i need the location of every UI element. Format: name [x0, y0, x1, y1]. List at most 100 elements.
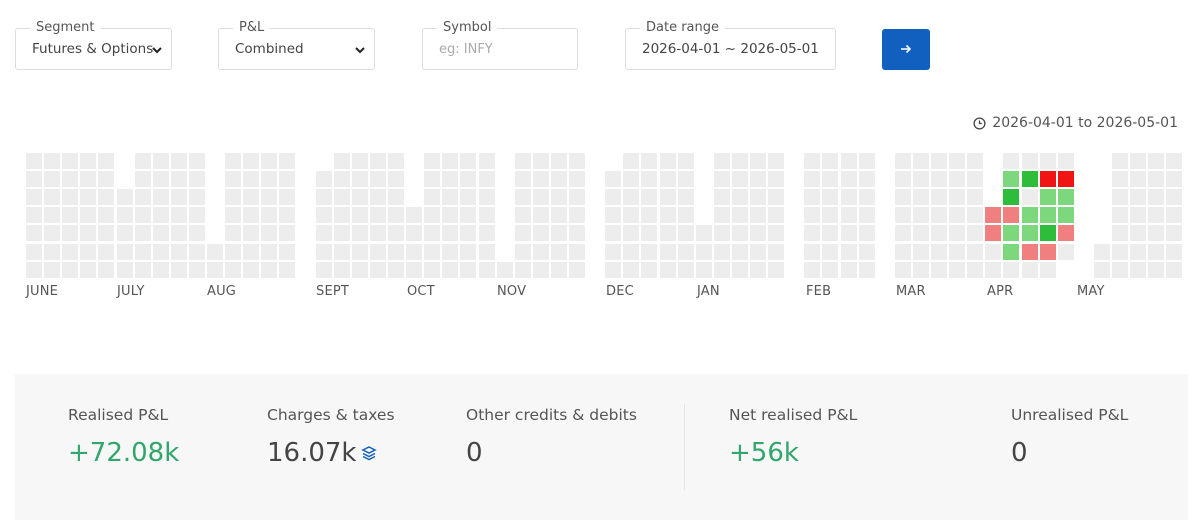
heatmap-day-cell[interactable] [406, 262, 422, 278]
layers-icon[interactable] [360, 445, 377, 461]
heatmap-day-cell[interactable] [316, 244, 332, 260]
heatmap-day-cell[interactable] [569, 171, 585, 187]
heatmap-day-cell[interactable] [135, 207, 151, 223]
heatmap-day-cell[interactable] [243, 207, 259, 223]
heatmap-day-cell[interactable] [660, 262, 676, 278]
heatmap-day-cell[interactable] [1094, 262, 1110, 278]
heatmap-day-cell[interactable] [551, 207, 567, 223]
heatmap-day-cell[interactable] [750, 225, 766, 241]
heatmap-day-cell[interactable] [569, 189, 585, 205]
heatmap-day-cell[interactable] [352, 207, 368, 223]
heatmap-day-cell[interactable] [768, 207, 784, 223]
heatmap-day-cell[interactable] [135, 189, 151, 205]
heatmap-day-cell[interactable] [316, 225, 332, 241]
heatmap-day-cell[interactable] [225, 153, 241, 169]
heatmap-day-cell[interactable] [949, 153, 965, 169]
heatmap-day-cell[interactable] [279, 189, 295, 205]
heatmap-day-cell[interactable] [1003, 171, 1019, 187]
heatmap-day-cell[interactable] [1112, 153, 1128, 169]
heatmap-day-cell[interactable] [261, 153, 277, 169]
heatmap-day-cell[interactable] [696, 225, 712, 241]
heatmap-day-cell[interactable] [804, 207, 820, 223]
heatmap-day-cell[interactable] [44, 262, 60, 278]
heatmap-day-cell[interactable] [913, 225, 929, 241]
heatmap-day-cell[interactable] [26, 262, 42, 278]
heatmap-day-cell[interactable] [895, 189, 911, 205]
heatmap-day-cell[interactable] [949, 189, 965, 205]
heatmap-day-cell[interactable] [551, 225, 567, 241]
heatmap-day-cell[interactable] [189, 171, 205, 187]
heatmap-day-cell[interactable] [62, 244, 78, 260]
heatmap-day-cell[interactable] [189, 153, 205, 169]
heatmap-day-cell[interactable] [967, 207, 983, 223]
heatmap-day-cell[interactable] [1022, 171, 1038, 187]
heatmap-day-cell[interactable] [370, 244, 386, 260]
heatmap-day-cell[interactable] [424, 171, 440, 187]
heatmap-day-cell[interactable] [605, 225, 621, 241]
heatmap-day-cell[interactable] [859, 262, 875, 278]
heatmap-day-cell[interactable] [859, 225, 875, 241]
heatmap-day-cell[interactable] [370, 207, 386, 223]
heatmap-day-cell[interactable] [605, 171, 621, 187]
heatmap-day-cell[interactable] [153, 171, 169, 187]
heatmap-day-cell[interactable] [623, 262, 639, 278]
heatmap-day-cell[interactable] [714, 171, 730, 187]
heatmap-day-cell[interactable] [460, 244, 476, 260]
heatmap-day-cell[interactable] [1022, 153, 1038, 169]
heatmap-day-cell[interactable] [1166, 262, 1182, 278]
heatmap-day-cell[interactable] [515, 225, 531, 241]
heatmap-day-cell[interactable] [569, 207, 585, 223]
heatmap-day-cell[interactable] [261, 189, 277, 205]
heatmap-day-cell[interactable] [442, 262, 458, 278]
heatmap-day-cell[interactable] [352, 153, 368, 169]
heatmap-day-cell[interactable] [370, 225, 386, 241]
heatmap-day-cell[interactable] [62, 171, 78, 187]
heatmap-day-cell[interactable] [985, 207, 1001, 223]
heatmap-day-cell[interactable] [822, 262, 838, 278]
heatmap-day-cell[interactable] [225, 244, 241, 260]
heatmap-day-cell[interactable] [985, 244, 1001, 260]
heatmap-day-cell[interactable] [153, 189, 169, 205]
heatmap-day-cell[interactable] [1003, 225, 1019, 241]
heatmap-day-cell[interactable] [949, 171, 965, 187]
heatmap-day-cell[interactable] [243, 244, 259, 260]
heatmap-day-cell[interactable] [1040, 153, 1056, 169]
heatmap-day-cell[interactable] [1130, 153, 1146, 169]
heatmap-day-cell[interactable] [967, 153, 983, 169]
heatmap-day-cell[interactable] [117, 225, 133, 241]
heatmap-day-cell[interactable] [388, 244, 404, 260]
heatmap-day-cell[interactable] [479, 262, 495, 278]
heatmap-day-cell[interactable] [551, 153, 567, 169]
heatmap-day-cell[interactable] [243, 225, 259, 241]
heatmap-day-cell[interactable] [171, 207, 187, 223]
heatmap-day-cell[interactable] [479, 207, 495, 223]
heatmap-day-cell[interactable] [406, 225, 422, 241]
heatmap-day-cell[interactable] [967, 244, 983, 260]
heatmap-day-cell[interactable] [117, 262, 133, 278]
heatmap-day-cell[interactable] [1040, 244, 1056, 260]
heatmap-day-cell[interactable] [424, 153, 440, 169]
heatmap-day-cell[interactable] [804, 262, 820, 278]
heatmap-day-cell[interactable] [62, 225, 78, 241]
heatmap-day-cell[interactable] [189, 189, 205, 205]
heatmap-day-cell[interactable] [1130, 262, 1146, 278]
heatmap-day-cell[interactable] [153, 207, 169, 223]
heatmap-day-cell[interactable] [370, 171, 386, 187]
heatmap-day-cell[interactable] [913, 262, 929, 278]
heatmap-day-cell[interactable] [623, 189, 639, 205]
heatmap-day-cell[interactable] [732, 207, 748, 223]
heatmap-day-cell[interactable] [153, 262, 169, 278]
heatmap-day-cell[interactable] [225, 189, 241, 205]
heatmap-day-cell[interactable] [243, 171, 259, 187]
heatmap-day-cell[interactable] [605, 244, 621, 260]
heatmap-day-cell[interactable] [985, 262, 1001, 278]
heatmap-day-cell[interactable] [442, 189, 458, 205]
heatmap-day-cell[interactable] [334, 244, 350, 260]
heatmap-day-cell[interactable] [406, 207, 422, 223]
heatmap-day-cell[interactable] [641, 171, 657, 187]
heatmap-day-cell[interactable] [931, 189, 947, 205]
heatmap-day-cell[interactable] [225, 262, 241, 278]
heatmap-day-cell[interactable] [1112, 225, 1128, 241]
heatmap-day-cell[interactable] [641, 225, 657, 241]
heatmap-day-cell[interactable] [1040, 225, 1056, 241]
